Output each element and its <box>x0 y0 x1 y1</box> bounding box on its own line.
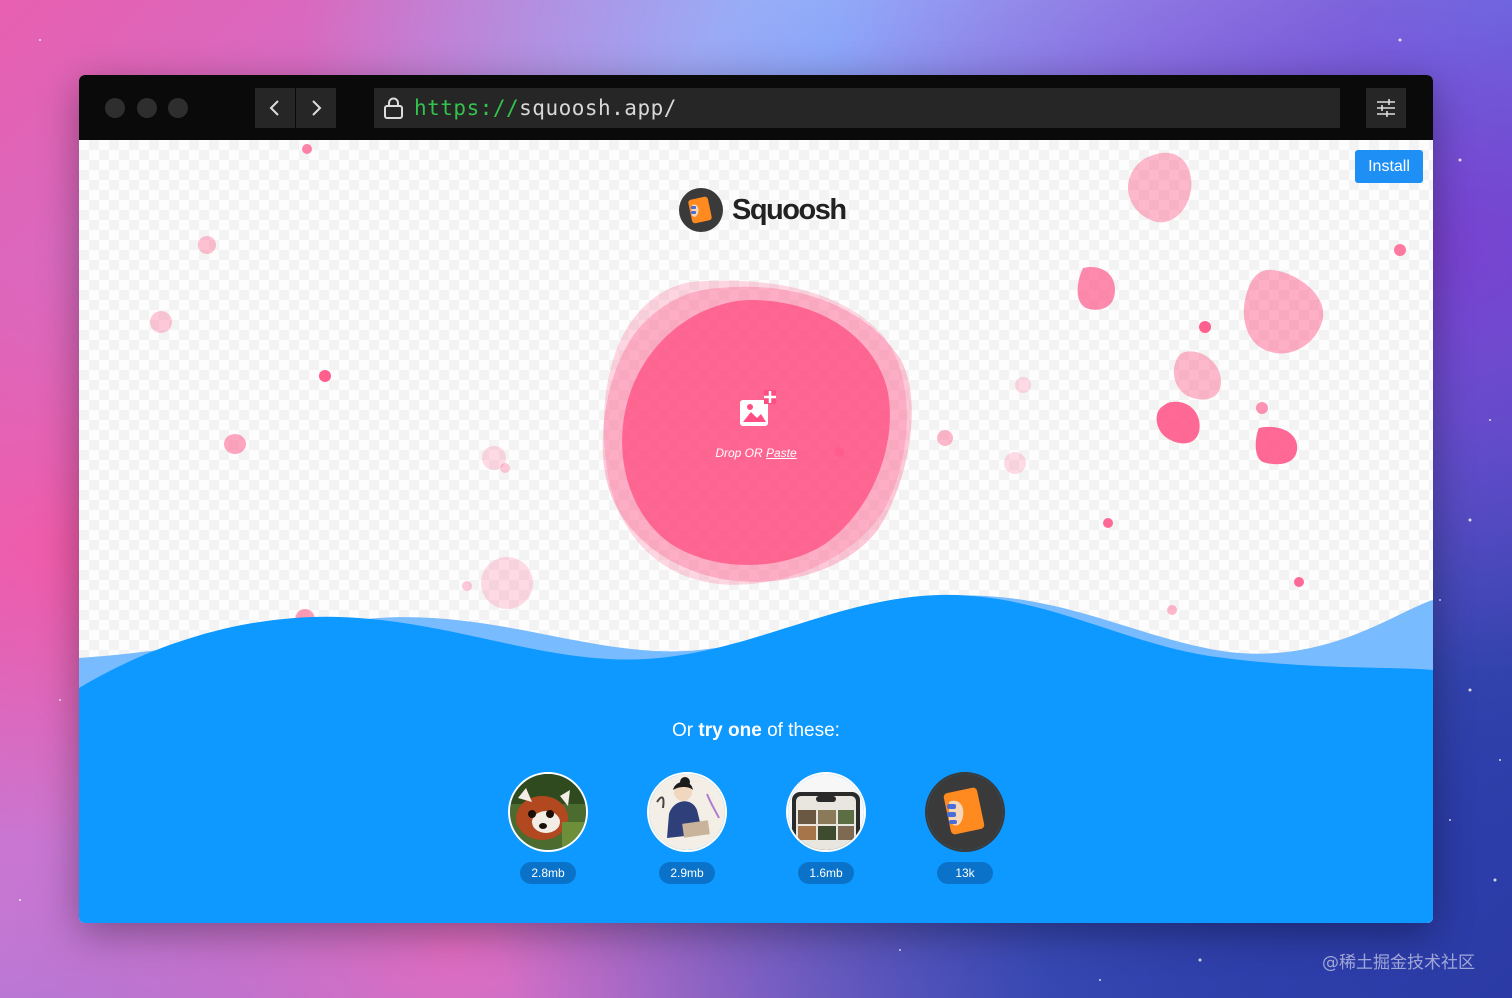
window-close-button[interactable] <box>105 98 125 118</box>
demo-size-badge: 13k <box>937 862 993 884</box>
demo-thumbnail-artwork[interactable] <box>647 772 727 852</box>
demo-thumbnail-device-screen[interactable] <box>786 772 866 852</box>
window-maximize-button[interactable] <box>168 98 188 118</box>
decorative-background <box>79 144 1433 923</box>
forward-button[interactable] <box>296 88 336 128</box>
back-button[interactable] <box>255 88 295 128</box>
drop-text: Drop OR <box>715 446 763 460</box>
install-button[interactable]: Install <box>1355 150 1423 183</box>
browser-settings-button[interactable] <box>1366 88 1406 128</box>
demo-item-artwork[interactable]: 2.9mb <box>647 772 727 884</box>
browser-titlebar: https://squoosh.app/ <box>79 75 1433 140</box>
squoosh-page: Install Squoosh Drop OR Paste Or try one… <box>79 140 1433 923</box>
url-scheme: https:// <box>414 96 520 120</box>
demo-thumbnail-squoosh-logo[interactable] <box>925 772 1005 852</box>
squoosh-logo: Squoosh <box>678 187 847 233</box>
paste-link[interactable]: Paste <box>766 446 797 460</box>
demo-item-device-screen[interactable]: 1.6mb <box>786 772 866 884</box>
squoosh-logo-icon <box>679 188 723 232</box>
browser-window: https://squoosh.app/ Install Squoosh Dro… <box>79 75 1433 923</box>
drop-zone-label: Drop OR Paste <box>693 446 819 460</box>
demo-size-badge: 1.6mb <box>798 862 854 884</box>
try-suffix: of these: <box>767 720 840 741</box>
sliders-icon <box>1377 99 1395 117</box>
demo-item-squoosh-logo[interactable]: 13k <box>925 772 1005 884</box>
url-host: squoosh.app/ <box>519 96 677 120</box>
try-demo-heading: Or try one of these: <box>79 720 1433 742</box>
demo-size-badge: 2.9mb <box>659 862 715 884</box>
add-image-icon[interactable] <box>738 390 778 435</box>
demo-thumbnail-red-panda[interactable] <box>508 772 588 852</box>
address-bar[interactable]: https://squoosh.app/ <box>374 88 1340 128</box>
lock-icon <box>384 97 403 119</box>
try-prefix: Or <box>672 720 694 741</box>
chevron-left-icon <box>269 100 279 116</box>
chevron-right-icon <box>312 100 322 116</box>
window-minimize-button[interactable] <box>137 98 157 118</box>
demo-item-red-panda[interactable]: 2.8mb <box>508 772 588 884</box>
url-text: https://squoosh.app/ <box>414 96 677 120</box>
demo-size-badge: 2.8mb <box>520 862 576 884</box>
try-bold: try one <box>698 720 762 741</box>
app-title: Squoosh <box>732 193 847 226</box>
watermark-text: @稀土掘金技术社区 <box>1322 953 1475 973</box>
